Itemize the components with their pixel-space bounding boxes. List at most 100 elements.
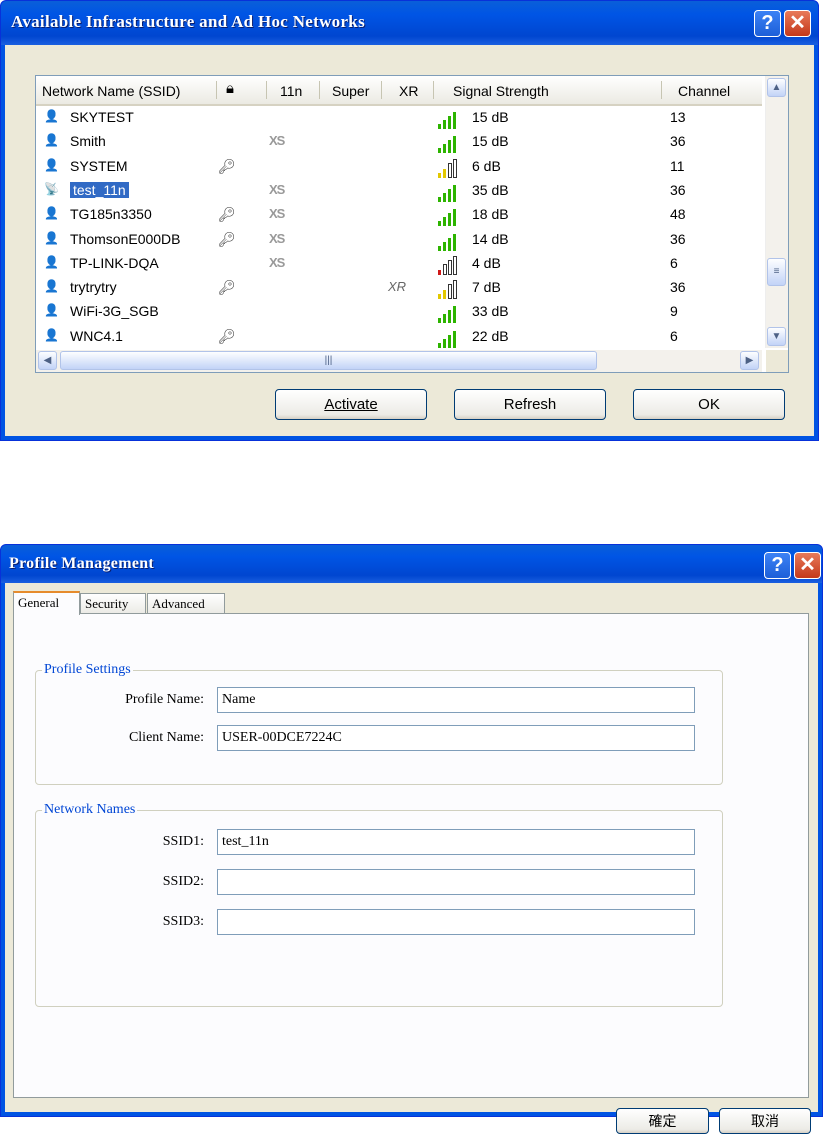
infrastructure-person-icon: 👤 xyxy=(44,327,59,342)
ssid2-label: SSID2: xyxy=(162,874,204,889)
infrastructure-person-icon: 👤 xyxy=(44,303,59,318)
xspan-icon: XS xyxy=(269,254,285,270)
networks-list[interactable]: Network Name (SSID) 🔒︎ 11n Super XR Sign… xyxy=(35,75,789,373)
lock-icon[interactable]: 🔒︎ xyxy=(226,80,234,97)
network-names-title: Network Names xyxy=(42,802,138,818)
ssid3-field[interactable] xyxy=(217,909,695,935)
table-row[interactable]: 👤 TP-LINK-DQA XS 4 dB 6 xyxy=(36,252,762,276)
ssid-cell: SKYTEST xyxy=(70,109,134,125)
key-icon: 🔑︎ xyxy=(218,230,236,247)
infrastructure-person-icon: 👤 xyxy=(44,279,59,294)
table-row[interactable]: 👤 TG185n3350 🔑︎ XS 18 dB 48 xyxy=(36,203,762,227)
table-row[interactable]: 👤 SKYTEST 15 dB 13 xyxy=(36,106,762,130)
table-row[interactable]: 👤 ThomsonE000DB 🔑︎ XS 14 dB 36 xyxy=(36,228,762,252)
column-channel[interactable]: Channel xyxy=(678,83,730,99)
channel-cell: 6 xyxy=(670,254,678,271)
key-icon: 🔑︎ xyxy=(218,327,236,344)
network-names-group: Network Names SSID1: test_11n SSID2: SSI… xyxy=(35,802,723,1007)
key-icon: 🔑︎ xyxy=(218,279,236,296)
available-networks-window: Available Infrastructure and Ad Hoc Netw… xyxy=(0,0,819,441)
profile-settings-title: Profile Settings xyxy=(42,662,133,678)
horizontal-scrollbar[interactable]: ◀ ||| ▶ xyxy=(36,350,762,372)
signal-bars-icon xyxy=(438,109,462,129)
signal-bars-icon xyxy=(438,182,462,202)
window-body: Network Name (SSID) 🔒︎ 11n Super XR Sign… xyxy=(5,45,814,436)
table-row[interactable]: 👤 SYSTEM 🔑︎ 6 dB 11 xyxy=(36,155,762,179)
xspan-icon: XS xyxy=(269,206,285,222)
ssid-cell: trytrytry xyxy=(70,279,117,296)
title-bar: Profile Management ? ✕ xyxy=(1,545,822,583)
client-name-label: Client Name: xyxy=(128,730,204,745)
adhoc-antenna-icon: 📡 xyxy=(44,181,59,196)
table-row[interactable]: 👤 trytrytry 🔑︎ XR 7 dB 36 xyxy=(36,276,762,300)
ssid1-label: SSID1: xyxy=(162,834,204,849)
ssid-cell: SYSTEM xyxy=(70,157,128,174)
ssid-cell: test_11n xyxy=(70,181,129,198)
scroll-corner xyxy=(766,350,788,372)
window-body: General Security Advanced Profile Settin… xyxy=(5,583,818,1134)
general-tab-panel: Profile Settings Profile Name: Name Clie… xyxy=(13,613,809,1098)
table-row[interactable]: 👤 Smith XS 15 dB 36 xyxy=(36,130,762,154)
signal-bars-icon xyxy=(438,133,462,154)
tab-security[interactable]: Security xyxy=(80,593,146,613)
signal-bars-icon xyxy=(438,206,462,227)
vertical-scrollbar[interactable]: ▲ ≡ ▼ xyxy=(765,76,788,348)
close-button[interactable]: ✕ xyxy=(784,10,811,37)
scroll-up-icon[interactable]: ▲ xyxy=(767,78,786,97)
tab-general[interactable]: General xyxy=(13,591,80,615)
key-icon: 🔑︎ xyxy=(218,206,236,223)
channel-cell: 6 xyxy=(670,327,678,344)
profile-management-window: Profile Management ? ✕ General Security … xyxy=(0,544,823,1134)
channel-cell: 48 xyxy=(670,206,686,223)
signal-cell: 22 dB xyxy=(472,327,509,344)
ssid-cell: TG185n3350 xyxy=(70,206,152,223)
close-button[interactable]: ✕ xyxy=(794,552,821,579)
signal-bars-icon xyxy=(438,158,462,178)
signal-bars-icon xyxy=(438,231,462,251)
window-title: Profile Management xyxy=(9,555,155,572)
table-row[interactable]: 📡 test_11n XS 35 dB 36 xyxy=(36,179,762,203)
profile-name-label: Profile Name: xyxy=(125,692,204,707)
ssid-cell: WNC4.1 xyxy=(70,327,123,344)
cancel-button[interactable]: 取消 xyxy=(719,1108,811,1134)
activate-button[interactable]: Activate xyxy=(275,389,427,420)
xr-icon: XR xyxy=(388,279,407,295)
column-super[interactable]: Super xyxy=(332,83,369,99)
infrastructure-person-icon: 👤 xyxy=(44,109,59,123)
signal-cell: 4 dB xyxy=(472,254,501,271)
profile-name-field[interactable]: Name xyxy=(217,687,695,713)
ssid2-field[interactable] xyxy=(217,869,695,895)
column-11n[interactable]: 11n xyxy=(280,83,302,99)
infrastructure-person-icon: 👤 xyxy=(44,133,59,148)
ssid1-field[interactable]: test_11n xyxy=(217,829,695,855)
help-button[interactable]: ? xyxy=(754,10,781,37)
channel-cell: 36 xyxy=(670,133,686,150)
table-row[interactable]: 👤 WNC4.1 🔑︎ 22 dB 6 xyxy=(36,325,762,349)
scroll-left-icon[interactable]: ◀ xyxy=(38,351,57,370)
signal-cell: 15 dB xyxy=(472,133,509,150)
tab-advanced[interactable]: Advanced xyxy=(147,593,225,613)
table-row[interactable]: 👤 WiFi-3G_SGB 33 dB 9 xyxy=(36,300,762,324)
signal-bars-icon xyxy=(438,303,462,324)
ok-button[interactable]: 確定 xyxy=(616,1108,709,1134)
ok-button[interactable]: OK xyxy=(633,389,785,420)
column-signal-strength[interactable]: Signal Strength xyxy=(453,83,549,99)
horizontal-scroll-thumb[interactable]: ||| xyxy=(60,351,597,370)
channel-cell: 36 xyxy=(670,279,686,296)
help-button[interactable]: ? xyxy=(764,552,791,579)
scroll-down-icon[interactable]: ▼ xyxy=(767,327,786,346)
column-xr[interactable]: XR xyxy=(399,83,418,99)
channel-cell: 13 xyxy=(670,109,686,125)
signal-cell: 7 dB xyxy=(472,279,501,296)
scroll-right-icon[interactable]: ▶ xyxy=(740,351,759,370)
column-network-name[interactable]: Network Name (SSID) xyxy=(42,83,180,99)
scroll-thumb[interactable]: ≡ xyxy=(767,258,786,286)
ssid-cell: ThomsonE000DB xyxy=(70,230,181,247)
channel-cell: 9 xyxy=(670,303,678,320)
signal-bars-icon xyxy=(438,328,462,348)
refresh-button[interactable]: Refresh xyxy=(454,389,606,420)
signal-cell: 6 dB xyxy=(472,157,501,174)
list-header: Network Name (SSID) 🔒︎ 11n Super XR Sign… xyxy=(36,76,762,106)
client-name-field[interactable]: USER-00DCE7224C xyxy=(217,725,695,751)
channel-cell: 36 xyxy=(670,181,686,198)
